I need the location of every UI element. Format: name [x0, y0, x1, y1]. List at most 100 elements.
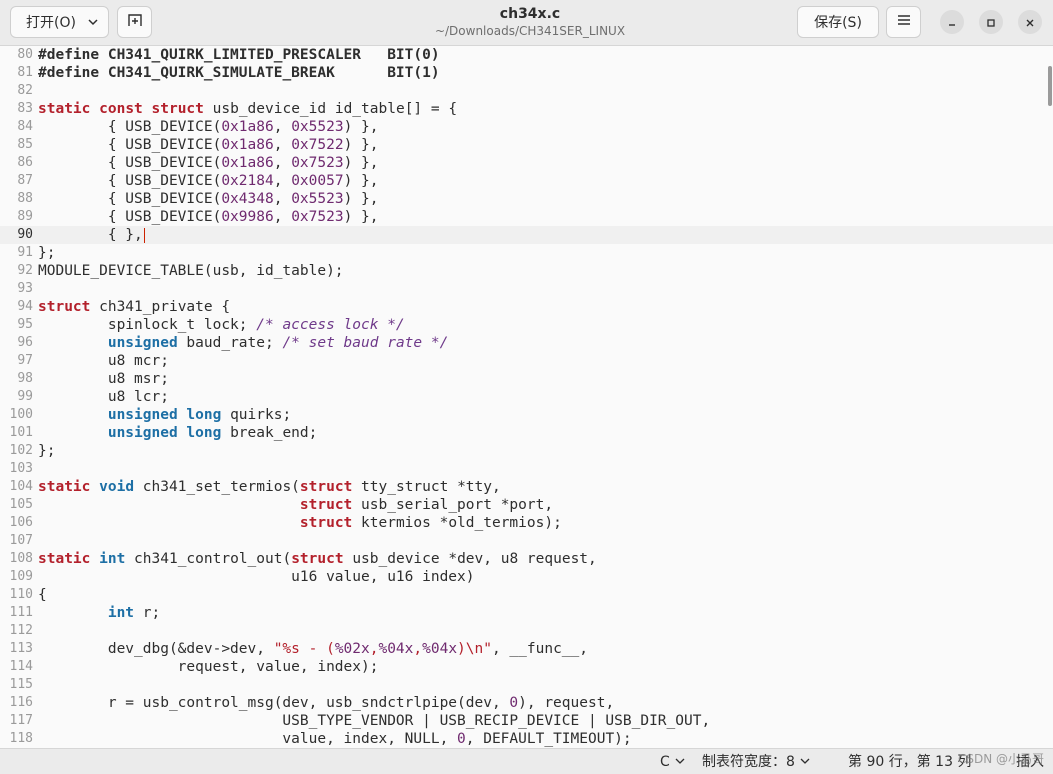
code-line[interactable]: 105 struct usb_serial_port *port, [0, 496, 1053, 514]
line-number: 100 [9, 407, 33, 422]
code-line[interactable]: 97 u8 mcr; [0, 352, 1053, 370]
code-token: int [107, 605, 135, 621]
code-line[interactable]: 89 { USB_DEVICE(0x9986, 0x7523) }, [0, 208, 1053, 226]
code-token: , [273, 155, 292, 171]
line-code: }; [38, 442, 55, 460]
line-code: u16 value, u16 index) [38, 568, 474, 586]
code-token: break_end; [221, 425, 318, 441]
line-code: static const struct usb_device_id id_tab… [38, 100, 457, 118]
code-line[interactable]: 104 static void ch341_set_termios(struct … [0, 478, 1053, 496]
code-line[interactable]: 118 value, index, NULL, 0, DEFAULT_TIMEO… [0, 730, 1053, 748]
code-line[interactable]: 94 struct ch341_private { [0, 298, 1053, 316]
vertical-scrollbar[interactable] [1048, 66, 1052, 106]
code-token: struct [299, 515, 353, 531]
code-line[interactable]: 82 [0, 82, 1053, 100]
line-code: { USB_DEVICE(0x1a86, 0x7523) }, [38, 154, 379, 172]
code-line[interactable]: 83 static const struct usb_device_id id_t… [0, 100, 1053, 118]
code-token: 0x7523 [291, 155, 344, 171]
code-line[interactable]: 86 { USB_DEVICE(0x1a86, 0x7523) }, [0, 154, 1053, 172]
line-code: u8 mcr; [38, 352, 169, 370]
code-line[interactable]: 117 USB_TYPE_VENDOR | USB_RECIP_DEVICE |… [0, 712, 1053, 730]
code-token: u8 msr; [38, 371, 169, 387]
code-line[interactable]: 116 r = usb_control_msg(dev, usb_sndctrl… [0, 694, 1053, 712]
line-number: 104 [9, 479, 33, 494]
code-line[interactable]: 110 { [0, 586, 1053, 604]
line-code: unsigned long quirks; [38, 406, 291, 424]
code-line[interactable]: 92 MODULE_DEVICE_TABLE(usb, id_table); [0, 262, 1053, 280]
language-selector[interactable]: C [660, 753, 685, 771]
code-line[interactable]: 90 { }, [0, 226, 1053, 244]
code-line[interactable]: 87 { USB_DEVICE(0x2184, 0x0057) }, [0, 172, 1053, 190]
code-token: 0x5523 [291, 191, 344, 207]
code-line[interactable]: 101 unsigned long break_end; [0, 424, 1053, 442]
code-editor[interactable]: 80 #define CH341_QUIRK_LIMITED_PRESCALER … [0, 46, 1053, 748]
line-number: 111 [9, 605, 33, 620]
line-number: 115 [9, 677, 33, 692]
code-token: ) }, [343, 137, 379, 153]
code-line[interactable]: 114 request, value, index); [0, 658, 1053, 676]
code-line[interactable]: 109 u16 value, u16 index) [0, 568, 1053, 586]
code-line[interactable]: 113 dev_dbg(&dev->dev, "%s - (%02x,%04x,… [0, 640, 1053, 658]
code-token: void [99, 479, 135, 495]
line-code: struct ch341_private { [38, 298, 230, 316]
code-line[interactable]: 99 u8 lcr; [0, 388, 1053, 406]
code-line[interactable]: 88 { USB_DEVICE(0x4348, 0x5523) }, [0, 190, 1053, 208]
code-line[interactable]: 80 #define CH341_QUIRK_LIMITED_PRESCALER … [0, 46, 1053, 64]
code-line[interactable]: 103 [0, 460, 1053, 478]
line-code: int r; [38, 604, 160, 622]
code-line[interactable]: 112 [0, 622, 1053, 640]
code-line[interactable]: 91}; [0, 244, 1053, 262]
line-number: 107 [9, 533, 33, 548]
chevron-down-icon [87, 16, 99, 32]
code-line[interactable]: 100 unsigned long quirks; [0, 406, 1053, 424]
code-token: 0x1a86 [221, 137, 274, 153]
code-token: , [273, 191, 292, 207]
line-code: #define CH341_QUIRK_LIMITED_PRESCALER BI… [38, 46, 440, 64]
code-line[interactable]: 102}; [0, 442, 1053, 460]
line-code: spinlock_t lock; /* access lock */ [38, 316, 405, 334]
code-token: /* set baud rate */ [282, 335, 449, 351]
code-token: quirks; [221, 407, 292, 423]
code-token: 0x1a86 [221, 155, 274, 171]
code-token: 0x1a86 [221, 119, 274, 135]
line-code: { USB_DEVICE(0x1a86, 0x5523) }, [38, 118, 379, 136]
code-line[interactable]: 106 struct ktermios *old_termios); [0, 514, 1053, 532]
line-number: 118 [9, 731, 33, 746]
code-token: static [38, 479, 91, 495]
tab-width-selector[interactable]: 制表符宽度：8 [702, 753, 810, 771]
code-token: , [273, 209, 292, 225]
code-line[interactable]: 98 u8 msr; [0, 370, 1053, 388]
line-code: USB_TYPE_VENDOR | USB_RECIP_DEVICE | USB… [38, 712, 710, 730]
maximize-button[interactable] [979, 10, 1003, 34]
line-code: MODULE_DEVICE_TABLE(usb, id_table); [38, 262, 344, 280]
code-token: ) }, [343, 155, 379, 171]
save-button[interactable]: 保存(S) [797, 6, 879, 38]
minimize-icon [947, 13, 957, 32]
code-line[interactable]: 85 { USB_DEVICE(0x1a86, 0x7522) }, [0, 136, 1053, 154]
open-button[interactable]: 打开(O) [10, 6, 109, 38]
code-line[interactable]: 96 unsigned baud_rate; /* set baud rate … [0, 334, 1053, 352]
code-line[interactable]: 107 [0, 532, 1053, 550]
new-tab-icon [127, 12, 143, 32]
code-token: )\n" [457, 641, 492, 657]
code-token: ) }, [343, 173, 379, 189]
code-line[interactable]: 111 int r; [0, 604, 1053, 622]
new-document-button[interactable] [117, 6, 152, 38]
code-line[interactable]: 95 spinlock_t lock; /* access lock */ [0, 316, 1053, 334]
minimize-button[interactable] [940, 10, 964, 34]
cursor-position[interactable]: 第 90 行，第 13 列 [848, 753, 971, 771]
code-line[interactable]: 84 { USB_DEVICE(0x1a86, 0x5523) }, [0, 118, 1053, 136]
code-line[interactable]: 108 static int ch341_control_out(struct u… [0, 550, 1053, 568]
code-line[interactable]: 115 [0, 676, 1053, 694]
close-button[interactable] [1018, 10, 1042, 34]
save-button-label: 保存(S) [814, 15, 862, 31]
code-token: static [38, 551, 91, 567]
code-line[interactable]: 93 [0, 280, 1053, 298]
main-menu-button[interactable] [886, 6, 921, 38]
chevron-down-icon [800, 753, 810, 771]
code-token: , [273, 119, 292, 135]
chevron-down-icon [675, 753, 685, 771]
line-code: dev_dbg(&dev->dev, "%s - (%02x,%04x,%04x… [38, 640, 588, 658]
code-line[interactable]: 81 #define CH341_QUIRK_SIMULATE_BREAK BIT… [0, 64, 1053, 82]
